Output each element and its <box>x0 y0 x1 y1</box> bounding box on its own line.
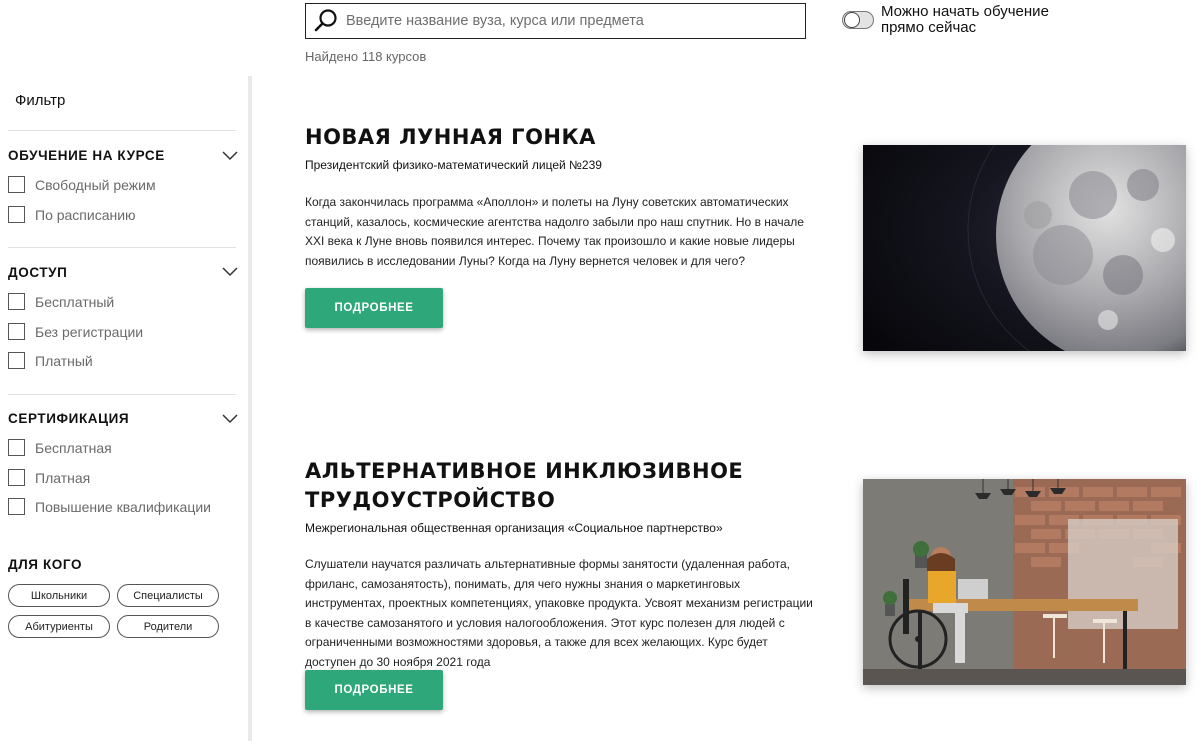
course-organization: Межрегиональная общественная организация… <box>305 521 723 535</box>
course-organization: Президентский физико-математический лице… <box>305 158 602 172</box>
course-title[interactable]: НОВАЯ ЛУННАЯ ГОНКА <box>305 123 596 152</box>
pill-specialists[interactable]: Специалисты <box>117 584 219 607</box>
start-now-label: Можно начать обучение прямо сейчас <box>881 3 1049 36</box>
pill-parents[interactable]: Родители <box>117 615 219 638</box>
results-count: Найдено 118 курсов <box>305 49 427 64</box>
course-image-moon[interactable] <box>863 145 1186 351</box>
checkbox[interactable] <box>8 469 25 486</box>
details-button[interactable]: ПОДРОБНЕЕ <box>305 670 443 710</box>
checkbox-access-free[interactable]: Бесплатный <box>8 293 114 310</box>
checkbox[interactable] <box>8 293 25 310</box>
checkbox[interactable] <box>8 498 25 515</box>
search-icon[interactable] <box>306 4 346 38</box>
checkbox-cert-free[interactable]: Бесплатная <box>8 439 112 456</box>
checkbox-qualification[interactable]: Повышение квалификации <box>8 498 211 515</box>
checkbox-label: Платный <box>35 352 93 369</box>
details-button[interactable]: ПОДРОБНЕЕ <box>305 288 443 328</box>
search-bar <box>305 3 806 39</box>
checkbox[interactable] <box>8 176 25 193</box>
section-title-learning[interactable]: ОБУЧЕНИЕ НА КУРСЕ <box>8 148 165 163</box>
pill-applicants[interactable]: Абитуриенты <box>8 615 110 638</box>
checkbox-label: Бесплатная <box>35 439 112 456</box>
section-title-certification[interactable]: СЕРТИФИКАЦИЯ <box>8 411 129 426</box>
search-input[interactable] <box>346 6 805 36</box>
start-now-toggle[interactable] <box>842 11 874 29</box>
course-image-office[interactable] <box>863 479 1186 685</box>
checkbox-scheduled[interactable]: По расписанию <box>8 206 136 223</box>
checkbox-cert-paid[interactable]: Платная <box>8 469 90 486</box>
checkbox[interactable] <box>8 439 25 456</box>
section-title-audience: ДЛЯ КОГО <box>8 557 83 572</box>
toggle-knob <box>844 12 860 28</box>
chevron-down-icon[interactable] <box>222 151 238 161</box>
checkbox-no-registration[interactable]: Без регистрации <box>8 323 143 340</box>
course-description: Слушатели научатся различать альтернатив… <box>305 557 813 669</box>
checkbox-label: Повышение квалификации <box>35 498 211 515</box>
checkbox[interactable] <box>8 323 25 340</box>
filter-title: Фильтр <box>15 92 66 109</box>
checkbox-access-paid[interactable]: Платный <box>8 352 93 369</box>
pill-schoolchildren[interactable]: Школьники <box>8 584 110 607</box>
course-title-line1[interactable]: АЛЬТЕРНАТИВНОЕ ИНКЛЮЗИВНОЕ <box>305 457 743 486</box>
checkbox-label: Бесплатный <box>35 293 115 310</box>
course-title-line2[interactable]: ТРУДОУСТРОЙСТВО <box>305 486 555 515</box>
checkbox-label: По расписанию <box>35 206 136 223</box>
section-title-access[interactable]: ДОСТУП <box>8 265 67 280</box>
divider <box>8 247 236 248</box>
filter-sidebar: Фильтр ОБУЧЕНИЕ НА КУРСЕ Свободный режим… <box>0 76 252 741</box>
course-description: Когда закончилась программа «Аполлон» и … <box>305 195 804 268</box>
checkbox[interactable] <box>8 352 25 369</box>
checkbox-label: Без регистрации <box>35 323 144 340</box>
chevron-down-icon[interactable] <box>222 267 238 277</box>
start-now-toggle-group: Можно начать обучение прямо сейчас <box>842 4 1061 36</box>
chevron-down-icon[interactable] <box>222 414 238 424</box>
divider <box>8 394 236 395</box>
divider <box>8 130 236 131</box>
checkbox-label: Свободный режим <box>35 176 156 193</box>
checkbox-label: Платная <box>35 469 91 486</box>
checkbox-free-mode[interactable]: Свободный режим <box>8 176 156 193</box>
checkbox[interactable] <box>8 206 25 223</box>
